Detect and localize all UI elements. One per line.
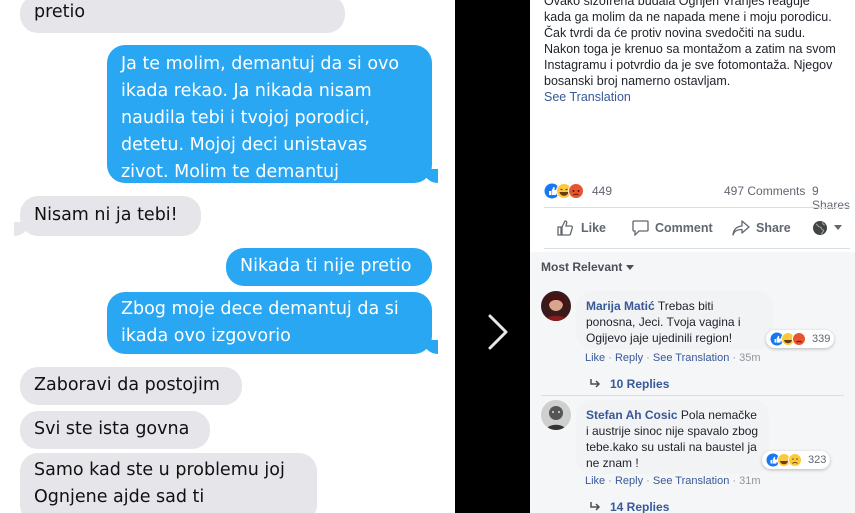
comment-like-link[interactable]: Like [585,352,605,364]
divider [541,395,844,396]
comments-count[interactable]: 497 Comments [724,184,805,198]
avatar[interactable] [541,400,571,430]
see-translation-link[interactable]: See Translation [544,89,850,105]
comment-reactions[interactable]: 339 [766,330,835,348]
post-line: Čak tvrdi da će protiv novina svedočiti … [544,26,806,40]
comment-reply-link[interactable]: Reply [615,475,643,487]
message-text: Nikada ti nije pretio [240,256,412,276]
globe-icon [813,221,827,235]
message-incoming: pretio [20,0,345,33]
comment-time[interactable]: 31m [739,475,760,487]
divider [544,248,850,249]
caret-down-icon [834,225,842,230]
comment-sort-dropdown[interactable]: Most Relevant [541,260,634,274]
like-icon [557,220,574,236]
message-incoming: Zaboravi da postojim [20,367,242,405]
like-button[interactable]: Like [557,220,606,236]
replies-label: 14 Replies [610,500,670,513]
reaction-count[interactable]: 449 [592,184,612,198]
divider [544,207,850,208]
reply-arrow-icon [590,502,601,511]
comment-reaction-count: 323 [808,454,827,466]
message-text: Svi ste ista govna [34,419,190,439]
message-text: Ja te molim, demantuj da si ovo ikada re… [121,54,400,182]
comment-reactions[interactable]: 323 [762,451,831,469]
message-text: pretio [34,2,86,22]
comment-meta: Like · Reply · See Translation · 35m [585,352,761,364]
post-line: Nakon toga je krenuo sa montažom a zatim… [544,42,836,56]
facebook-post-panel: Ovako sizofrena budala Ognjen Vranjes re… [530,0,855,513]
reaction-sad-icon [788,453,802,467]
message-outgoing: Nikada ti nije pretio [226,248,432,286]
message-incoming: Svi ste ista govna [20,411,210,449]
message-incoming: Samo kad ste u problemu joj Ognjene ajde… [20,453,317,513]
comment-button[interactable]: Comment [632,220,713,236]
message-incoming: Nisam ni ja tebi! [14,196,201,236]
replies-label: 10 Replies [610,377,670,391]
reaction-angry-icon [792,332,806,346]
post-line: kada ga molim da ne napada mene i moju p… [544,10,832,24]
comment-bubble: Stefan Ah Cosic Pola nemačke i austrije … [576,400,769,474]
post-action-bar: Like Comment Share [544,213,850,243]
comment-see-translation-link[interactable]: See Translation [653,475,729,487]
comment-reply-link[interactable]: Reply [615,352,643,364]
comment-time[interactable]: 35m [739,352,760,364]
comment-reaction-count: 339 [812,333,831,345]
comment-like-link[interactable]: Like [585,475,605,487]
avatar[interactable] [541,291,571,321]
comments-section: Most Relevant Marija Matić Trebas biti p… [530,252,855,513]
message-text: Zbog moje dece demantuj da si ikada ovo … [121,299,399,346]
share-label: Share [756,221,791,235]
message-text: Zaboravi da postojim [34,375,220,395]
chat-screenshot: pretio Ja te molim, demantuj da si ovo i… [0,0,455,513]
share-button[interactable]: Share [732,220,791,236]
comment-author[interactable]: Marija Matić [586,299,655,313]
comment-see-translation-link[interactable]: See Translation [653,352,729,364]
chevron-right-icon[interactable] [478,312,518,352]
message-text: Nisam ni ja tebi! [34,205,178,225]
post-text: Ovako sizofrena budala Ognjen Vranjes re… [544,0,850,105]
share-icon [732,220,750,236]
comment-label: Comment [655,221,713,235]
reaction-angry-icon [568,183,584,199]
comment-bubble: Marija Matić Trebas biti ponosna, Jeci. … [576,291,773,349]
reply-arrow-icon [590,379,601,388]
reaction-icons[interactable] [544,182,592,203]
message-outgoing: Zbog moje dece demantuj da si ikada ovo … [107,292,438,354]
comment-meta: Like · Reply · See Translation · 31m [585,475,761,487]
comment-icon [632,220,649,236]
message-outgoing: Ja te molim, demantuj da si ovo ikada re… [107,45,438,183]
reaction-summary: 449 497 Comments 9 Shares [544,182,850,212]
post-line: Ovako sizofrena budala Ognjen Vranjes re… [544,0,810,8]
post-line: Instagramu i potvrdio da je sve fotomont… [544,58,833,72]
like-label: Like [581,221,607,235]
message-text: Samo kad ste u problemu joj Ognjene ajde… [34,460,285,507]
comment-author[interactable]: Stefan Ah Cosic [586,408,678,422]
post-line: bosanski broj namerno ostavljam. [544,74,731,88]
caret-down-icon [625,265,634,270]
sort-label: Most Relevant [541,260,623,274]
view-replies-link[interactable]: 14 Replies [590,500,669,513]
view-replies-link[interactable]: 10 Replies [590,377,669,391]
audience-selector[interactable] [812,220,842,236]
